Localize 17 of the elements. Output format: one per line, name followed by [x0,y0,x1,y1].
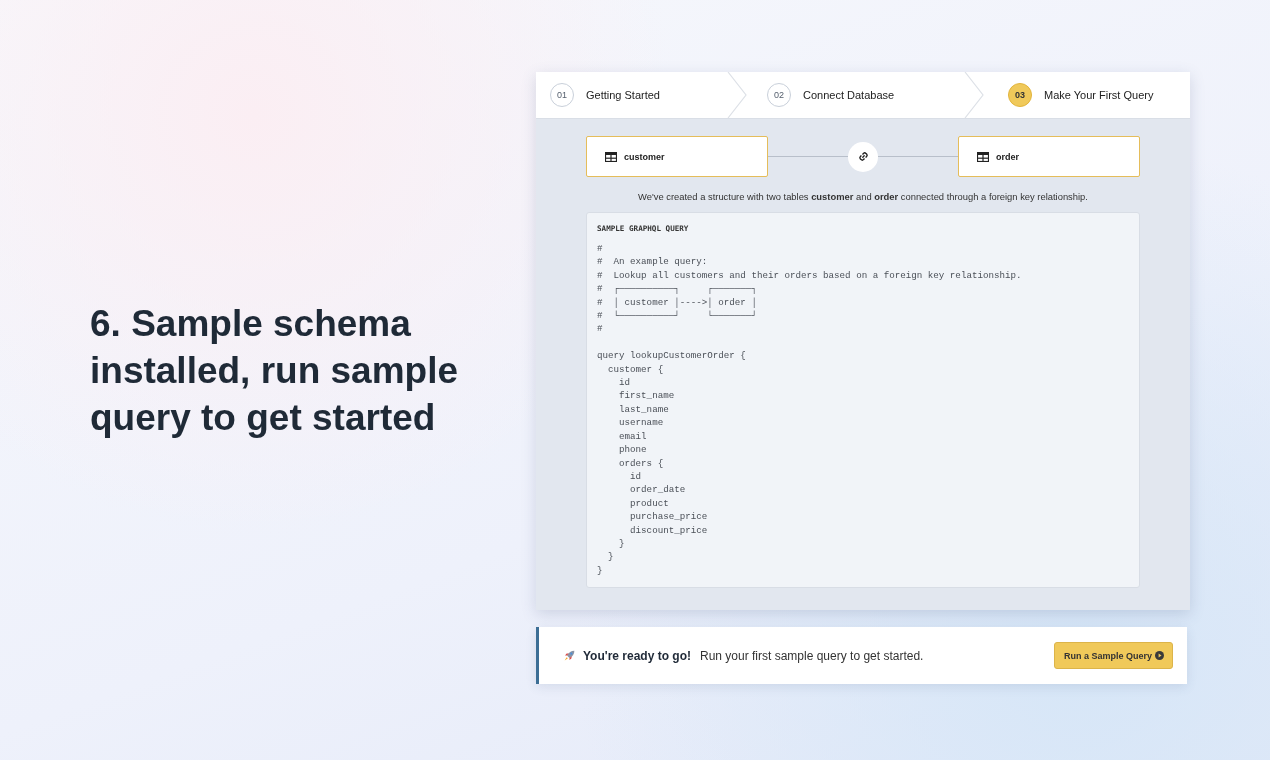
run-sample-query-button[interactable]: Run a Sample Query [1053,642,1173,670]
table-icon [977,151,989,162]
rocket-icon [563,649,576,663]
play-icon [1155,651,1164,661]
link-icon [848,141,878,172]
query-code: # # An example query: # Lookup all customers and their orders based on a foreign key relationship. # ┌──────────┐ ┌───────┐ # │ customer │---->│ order │ # └──────────┘ └───────┘ # query lookupCustomerOrder { customer { id first_name last_name username email phone orders { id order_date product purchase_price discount_price } } } [597,242,1023,578]
table-name: order [996,151,1019,162]
table-icon [605,151,617,162]
step-tab[interactable]: 03 Make Your First Query [984,72,1190,118]
schema-description: We've created a structure with two tables customer and order connected through a foreign key relationship. [637,191,1089,202]
step-tab[interactable]: 02 Connect Database [747,72,964,118]
step-number: 03 [1008,83,1032,107]
table-name: customer [624,151,665,162]
step-tab[interactable]: 01 Getting Started [536,72,727,118]
banner-title: You're ready to go! [583,648,691,663]
banner-message: Run your first sample query to get started. [700,648,925,663]
headline: 6. Sample schema installed, run sample query to get started [90,301,460,440]
